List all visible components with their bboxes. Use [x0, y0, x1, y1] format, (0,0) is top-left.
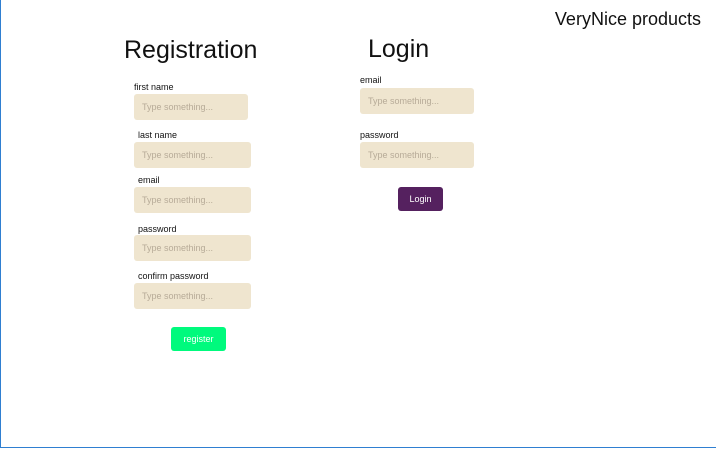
first-name-label: first name: [134, 82, 174, 92]
login-button[interactable]: Login: [398, 187, 443, 211]
registration-password-label: password: [138, 224, 177, 234]
confirm-password-label: confirm password: [138, 271, 209, 281]
last-name-input[interactable]: [134, 142, 251, 168]
register-button[interactable]: register: [171, 327, 226, 351]
confirm-password-input[interactable]: [134, 283, 251, 309]
login-password-input[interactable]: [360, 142, 474, 168]
registration-email-label: email: [138, 175, 160, 185]
login-title: Login: [368, 35, 430, 63]
registration-title: Registration: [124, 36, 258, 64]
app-frame: [0, 0, 716, 448]
login-email-input[interactable]: [360, 88, 474, 114]
login-email-label: email: [360, 75, 382, 85]
brand-title: VeryNice products: [554, 9, 701, 29]
registration-email-input[interactable]: [134, 187, 251, 213]
first-name-input[interactable]: [134, 94, 248, 120]
registration-password-input[interactable]: [134, 235, 251, 261]
last-name-label: last name: [138, 130, 178, 140]
login-password-label: password: [360, 130, 399, 140]
